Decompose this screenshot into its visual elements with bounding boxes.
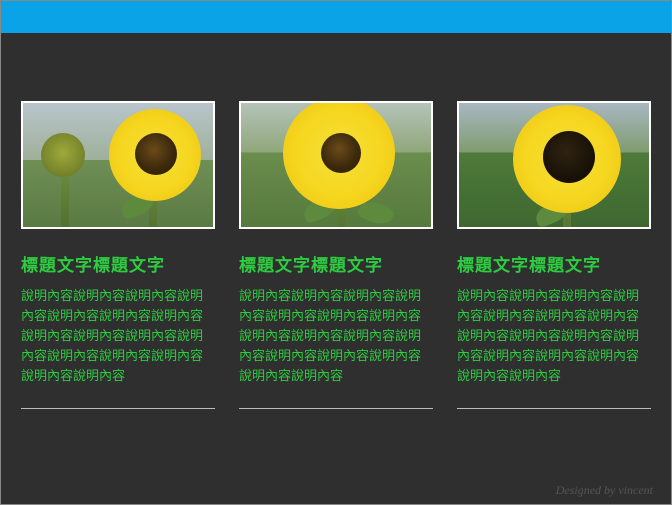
card: 標題文字標題文字 說明內容說明內容說明內容說明內容說明內容說明內容說明內容說明內… (21, 101, 215, 409)
card-image (457, 101, 651, 229)
card-row: 標題文字標題文字 說明內容說明內容說明內容說明內容說明內容說明內容說明內容說明內… (1, 33, 671, 409)
card: 標題文字標題文字 說明內容說明內容說明內容說明內容說明內容說明內容說明內容說明內… (457, 101, 651, 409)
card-body: 說明內容說明內容說明內容說明內容說明內容說明內容說明內容說明內容說明內容說明內容… (239, 286, 433, 386)
card-image (21, 101, 215, 229)
footer-credit: Designed by vincent (556, 483, 653, 498)
card-title: 標題文字標題文字 (457, 251, 651, 276)
card-divider (21, 408, 215, 409)
card-divider (239, 408, 433, 409)
card-title: 標題文字標題文字 (21, 251, 215, 276)
card-image (239, 101, 433, 229)
card: 標題文字標題文字 說明內容說明內容說明內容說明內容說明內容說明內容說明內容說明內… (239, 101, 433, 409)
card-body: 說明內容說明內容說明內容說明內容說明內容說明內容說明內容說明內容說明內容說明內容… (457, 286, 651, 386)
card-title: 標題文字標題文字 (239, 251, 433, 276)
top-accent-bar (1, 1, 671, 33)
card-body: 說明內容說明內容說明內容說明內容說明內容說明內容說明內容說明內容說明內容說明內容… (21, 286, 215, 386)
card-divider (457, 408, 651, 409)
